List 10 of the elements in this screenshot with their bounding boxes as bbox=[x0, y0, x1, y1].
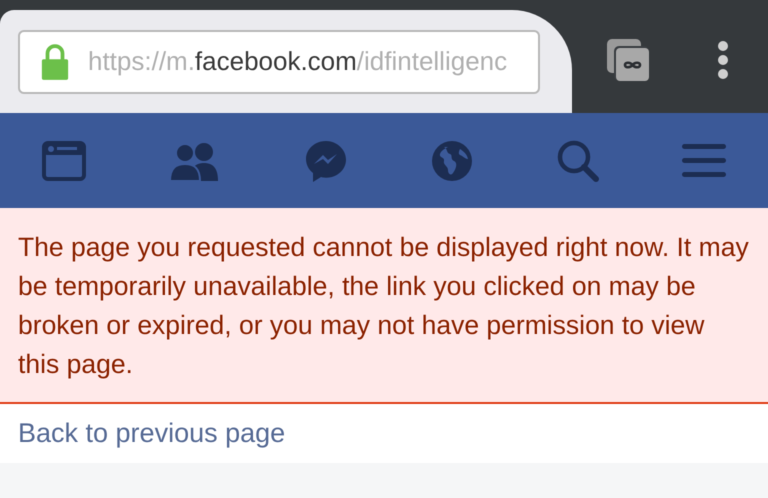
back-link[interactable]: Back to previous page bbox=[18, 418, 286, 449]
error-message: The page you requested cannot be displayed right now. It may be temporarily unavailable, the link you clicked on may be broken or expired, or you may not have permission to view this page. bbox=[18, 231, 750, 381]
tab-switcher-icon[interactable] bbox=[605, 36, 651, 82]
chat-bubble-icon[interactable] bbox=[304, 138, 348, 182]
address-field[interactable]: https://m.facebook.com/idfintelligenc bbox=[18, 30, 540, 94]
url-text: https://m.facebook.com/idfintelligenc bbox=[88, 46, 508, 77]
menu-icon[interactable] bbox=[717, 40, 729, 80]
search-icon[interactable] bbox=[556, 138, 600, 182]
globe-icon[interactable] bbox=[430, 138, 474, 182]
news-feed-icon[interactable] bbox=[42, 140, 86, 180]
